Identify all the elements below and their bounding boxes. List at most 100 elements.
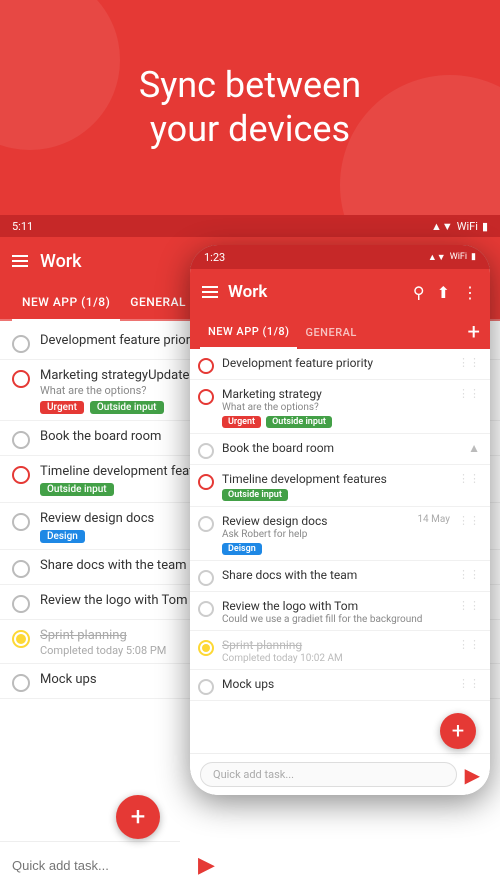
phone-task-content: Timeline development features Outside in… bbox=[222, 472, 450, 501]
drag-handle-phone: ⋮⋮ bbox=[458, 514, 480, 527]
phone-top-icons: ⚲ ⬆ ⋮ bbox=[413, 283, 478, 302]
tag-outside-input: Outside input bbox=[90, 401, 164, 414]
phone-time: 1:23 bbox=[204, 251, 225, 264]
hero-circle-left bbox=[0, 0, 120, 150]
tab-general[interactable]: GENERAL bbox=[120, 284, 196, 320]
phone-tab-add[interactable]: + bbox=[468, 320, 480, 345]
phone-task-subtitle: Could we use a gradiet fill for the back… bbox=[222, 614, 450, 625]
menu-icon[interactable] bbox=[12, 255, 28, 267]
task-checkbox[interactable] bbox=[12, 370, 30, 388]
phone-search-icon[interactable]: ⚲ bbox=[413, 283, 425, 302]
hero-section: Sync between your devices bbox=[0, 0, 500, 215]
task-checkbox[interactable] bbox=[12, 513, 30, 531]
list-item: Review design docs Ask Robert for help D… bbox=[190, 507, 490, 561]
phone-task-content: Review design docs Ask Robert for help D… bbox=[222, 514, 409, 555]
list-item: Development feature priority ⋮⋮ bbox=[190, 349, 490, 380]
drag-handle-phone: ⋮⋮ bbox=[458, 599, 480, 612]
phone-task-content: Share docs with the team bbox=[222, 568, 450, 582]
drag-handle-phone: ⋮⋮ bbox=[458, 638, 480, 651]
phone-task-list: Development feature priority ⋮⋮ Marketin… bbox=[190, 349, 490, 753]
list-item: Book the board room ▲ bbox=[190, 434, 490, 465]
phone-task-checkbox[interactable] bbox=[198, 443, 214, 459]
task-checkbox[interactable] bbox=[12, 674, 30, 692]
phone-tab-general[interactable]: GENERAL bbox=[297, 315, 364, 349]
list-item: Timeline development features Outside in… bbox=[190, 465, 490, 507]
phone-task-content: Marketing strategy What are the options?… bbox=[222, 387, 450, 428]
drag-handle-phone: ⋮⋮ bbox=[458, 568, 480, 581]
list-item: Review the logo with Tom Could we use a … bbox=[190, 592, 490, 631]
tablet-container: 5:11 ▲▼ WiFi ▮ Work ⚲ ⬆ ⋮ NEW APP (1/8) bbox=[0, 215, 500, 889]
phone-tab-new-app[interactable]: NEW APP (1/8) bbox=[200, 315, 297, 349]
list-item: Marketing strategy What are the options?… bbox=[190, 380, 490, 434]
phone-signal-icon: ▲▼ bbox=[428, 252, 446, 263]
tablet-status-icons: ▲▼ WiFi ▮ bbox=[431, 220, 488, 233]
tablet-time: 5:11 bbox=[12, 220, 33, 233]
tab-new-app[interactable]: NEW APP (1/8) bbox=[12, 285, 120, 321]
phone-status-bar: 1:23 ▲▼ WiFi ▮ bbox=[190, 245, 490, 269]
phone-task-date: 14 May bbox=[417, 514, 450, 525]
phone-task-subtitle: Completed today 10:02 AM bbox=[222, 653, 450, 664]
phone-more-icon[interactable]: ⋮ bbox=[462, 283, 478, 302]
hero-title: Sync between your devices bbox=[139, 64, 361, 150]
task-checkbox[interactable] bbox=[12, 595, 30, 613]
task-checkbox[interactable] bbox=[12, 560, 30, 578]
drag-handle-phone: ⋮⋮ bbox=[458, 387, 480, 400]
collapse-icon[interactable]: ▲ bbox=[468, 441, 480, 455]
drag-handle-phone: ⋮⋮ bbox=[458, 472, 480, 485]
fab-phone-button[interactable]: + bbox=[440, 713, 476, 749]
list-item: Share docs with the team ⋮⋮ bbox=[190, 561, 490, 592]
hero-circle-right bbox=[340, 75, 500, 215]
task-checkbox[interactable] bbox=[12, 466, 30, 484]
phone-task-checkbox[interactable] bbox=[198, 601, 214, 617]
phone-tag-outside-input: Outside input bbox=[266, 416, 332, 428]
phone-overlay: 1:23 ▲▼ WiFi ▮ Work ⚲ ⬆ ⋮ bbox=[190, 245, 490, 795]
phone-task-title: Marketing strategy bbox=[222, 387, 450, 401]
phone-task-checkbox[interactable] bbox=[198, 389, 214, 405]
phone-task-title: Development feature priority bbox=[222, 356, 450, 370]
send-icon[interactable]: ▶ bbox=[198, 853, 215, 878]
tablet-wifi-icon: WiFi bbox=[457, 220, 478, 233]
phone-quick-add: Quick add task... ▶ bbox=[190, 753, 490, 795]
tag-urgent: Urgent bbox=[40, 401, 84, 414]
phone-task-content: Book the board room bbox=[222, 441, 460, 455]
task-checkbox[interactable] bbox=[12, 431, 30, 449]
phone-task-title: Share docs with the team bbox=[222, 568, 450, 582]
phone-menu-icon[interactable] bbox=[202, 286, 218, 298]
phone-share-icon[interactable]: ⬆ bbox=[437, 283, 450, 302]
phone-task-checkbox[interactable] bbox=[198, 570, 214, 586]
phone-task-content: Mock ups bbox=[222, 677, 450, 691]
phone-task-checkbox[interactable] bbox=[198, 516, 214, 532]
phone-task-title: Timeline development features bbox=[222, 472, 450, 486]
phone-tabs: NEW APP (1/8) GENERAL + bbox=[190, 315, 490, 349]
phone-app-title: Work bbox=[228, 282, 403, 302]
drag-handle-phone: ⋮⋮ bbox=[458, 677, 480, 690]
phone-task-checkbox[interactable] bbox=[198, 474, 214, 490]
phone-task-title: Book the board room bbox=[222, 441, 460, 455]
tablet-quick-add: ▶ bbox=[0, 841, 180, 889]
phone-wifi-icon: WiFi bbox=[450, 252, 467, 262]
fab-tablet-button[interactable]: + bbox=[116, 795, 160, 839]
phone-send-icon[interactable]: ▶ bbox=[465, 763, 480, 787]
drag-handle-phone: ⋮⋮ bbox=[458, 356, 480, 369]
phone-task-content: Sprint planning Completed today 10:02 AM bbox=[222, 638, 450, 664]
phone-task-title: Review the logo with Tom bbox=[222, 599, 450, 613]
phone-task-checkbox-yellow[interactable] bbox=[198, 640, 214, 656]
phone-tag-design: Deisgn bbox=[222, 543, 262, 555]
quick-add-input-tablet[interactable] bbox=[12, 858, 188, 873]
task-checkbox-yellow[interactable] bbox=[12, 630, 30, 648]
phone-task-content: Review the logo with Tom Could we use a … bbox=[222, 599, 450, 625]
phone-inner: 1:23 ▲▼ WiFi ▮ Work ⚲ ⬆ ⋮ bbox=[190, 245, 490, 795]
phone-task-subtitle: Ask Robert for help bbox=[222, 529, 409, 540]
phone-battery-icon: ▮ bbox=[471, 252, 476, 262]
list-item: Mock ups ⋮⋮ bbox=[190, 670, 490, 701]
phone-tag-outside: Outside input bbox=[222, 489, 288, 501]
tablet-status-bar: 5:11 ▲▼ WiFi ▮ bbox=[0, 215, 500, 237]
task-checkbox[interactable] bbox=[12, 335, 30, 353]
tablet-signal-icon: ▲▼ bbox=[431, 220, 453, 233]
phone-quick-add-input[interactable]: Quick add task... bbox=[200, 762, 457, 787]
phone-task-checkbox[interactable] bbox=[198, 679, 214, 695]
phone-top-bar: Work ⚲ ⬆ ⋮ bbox=[190, 269, 490, 315]
phone-status-icons: ▲▼ WiFi ▮ bbox=[428, 252, 476, 263]
tag-design: Design bbox=[40, 530, 85, 543]
phone-task-checkbox[interactable] bbox=[198, 358, 214, 374]
